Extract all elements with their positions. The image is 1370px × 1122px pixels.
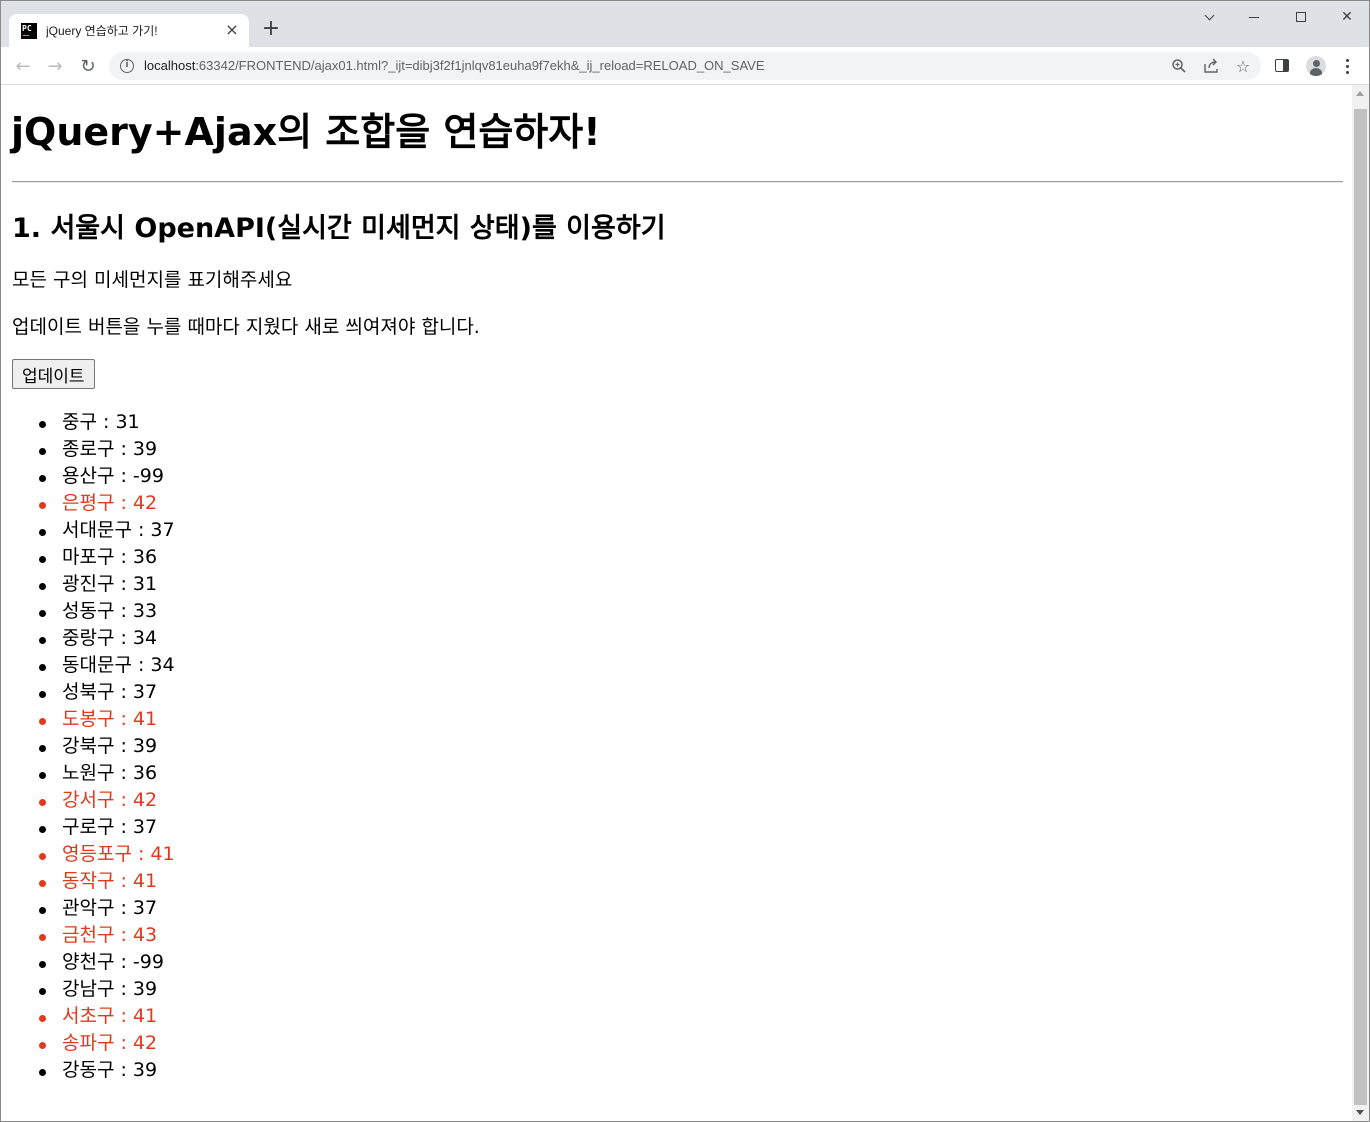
scroll-thumb[interactable] — [1354, 109, 1367, 1105]
update-button[interactable]: 업데이트 — [12, 359, 95, 389]
url-host: localhost — [144, 58, 196, 73]
new-tab-plus-icon[interactable]: + — [259, 18, 283, 42]
site-info-icon[interactable]: i — [120, 59, 134, 73]
district-list-item: 강남구 : 39 — [39, 976, 1352, 1003]
district-list-item: 노원구 : 36 — [39, 760, 1352, 787]
district-list-item: 중구 : 31 — [39, 409, 1352, 436]
tab-search-chevron-icon[interactable] — [1189, 3, 1229, 31]
page-content: jQuery+Ajax의 조합을 연습하자! 1. 서울시 OpenAPI(실시… — [1, 85, 1352, 1084]
tab-strip: PC jQuery 연습하고 가기! × + ✕ — [1, 1, 1369, 47]
forward-arrow-icon[interactable]: → — [43, 54, 67, 78]
instruction-text-2: 업데이트 버튼을 누를 때마다 지웠다 새로 씌여져야 합니다. — [12, 316, 480, 338]
district-list-item: 금천구 : 43 — [39, 922, 1352, 949]
close-window-icon[interactable]: ✕ — [1327, 3, 1367, 31]
district-list-item: 강북구 : 39 — [39, 733, 1352, 760]
district-list-item: 강동구 : 39 — [39, 1057, 1352, 1084]
district-list-item: 서초구 : 41 — [39, 1003, 1352, 1030]
page-viewport: jQuery+Ajax의 조합을 연습하자! 1. 서울시 OpenAPI(실시… — [1, 85, 1352, 1121]
district-list-item: 서대문구 : 37 — [39, 517, 1352, 544]
district-list-item: 관악구 : 37 — [39, 895, 1352, 922]
district-dust-list: 중구 : 31 종로구 : 39 용산구 : -99 은평구 : 42 서대문구 : 3… — [11, 409, 1352, 1084]
district-list-item: 용산구 : -99 — [39, 463, 1352, 490]
share-icon[interactable] — [1202, 57, 1220, 75]
url-path: :63342/FRONTEND/ajax01.html?_ijt=dibj3f2… — [195, 58, 765, 73]
scroll-up-arrow-icon[interactable] — [1356, 91, 1364, 96]
district-list-item: 구로구 : 37 — [39, 814, 1352, 841]
side-panel-icon[interactable] — [1275, 59, 1289, 72]
minimize-window-icon[interactable] — [1234, 3, 1274, 31]
district-list-item: 광진구 : 31 — [39, 571, 1352, 598]
profile-avatar-icon[interactable] — [1306, 56, 1326, 76]
district-list-item: 동대문구 : 34 — [39, 652, 1352, 679]
address-bar[interactable]: i localhost:63342/FRONTEND/ajax01.html?_… — [109, 52, 1261, 80]
district-list-item: 강서구 : 42 — [39, 787, 1352, 814]
kebab-menu-icon[interactable] — [1337, 56, 1357, 76]
district-list-item: 동작구 : 41 — [39, 868, 1352, 895]
browser-tab[interactable]: PC jQuery 연습하고 가기! × — [9, 14, 249, 47]
tab-title: jQuery 연습하고 가기! — [46, 24, 158, 38]
url-text[interactable]: localhost:63342/FRONTEND/ajax01.html?_ij… — [144, 58, 765, 73]
district-list-item: 마포구 : 36 — [39, 544, 1352, 571]
browser-toolbar: ← → ↻ i localhost:63342/FRONTEND/ajax01.… — [1, 47, 1369, 85]
district-list-item: 송파구 : 42 — [39, 1030, 1352, 1057]
page-heading: jQuery+Ajax의 조합을 연습하자! — [11, 110, 601, 154]
tab-close-icon[interactable]: × — [223, 21, 241, 39]
district-list-item: 종로구 : 39 — [39, 436, 1352, 463]
district-list-item: 은평구 : 42 — [39, 490, 1352, 517]
scroll-down-arrow-icon[interactable] — [1356, 1110, 1364, 1115]
divider — [12, 181, 1343, 183]
district-list-item: 양천구 : -99 — [39, 949, 1352, 976]
section-heading: 1. 서울시 OpenAPI(실시간 미세먼지 상태)를 이용하기 — [12, 213, 666, 244]
instruction-text-1: 모든 구의 미세먼지를 표기해주세요 — [12, 269, 293, 291]
reload-icon[interactable]: ↻ — [76, 54, 100, 78]
district-list-item: 중랑구 : 34 — [39, 625, 1352, 652]
maximize-window-icon[interactable] — [1281, 3, 1321, 31]
bookmark-star-icon[interactable]: ☆ — [1234, 57, 1252, 76]
district-list-item: 성북구 : 37 — [39, 679, 1352, 706]
back-arrow-icon[interactable]: ← — [11, 54, 35, 78]
zoom-icon[interactable] — [1170, 57, 1188, 75]
district-list-item: 성동구 : 33 — [39, 598, 1352, 625]
pycharm-favicon-icon: PC — [21, 22, 37, 39]
vertical-scrollbar[interactable] — [1352, 85, 1369, 1121]
district-list-item: 영등포구 : 41 — [39, 841, 1352, 868]
district-list-item: 도봉구 : 41 — [39, 706, 1352, 733]
